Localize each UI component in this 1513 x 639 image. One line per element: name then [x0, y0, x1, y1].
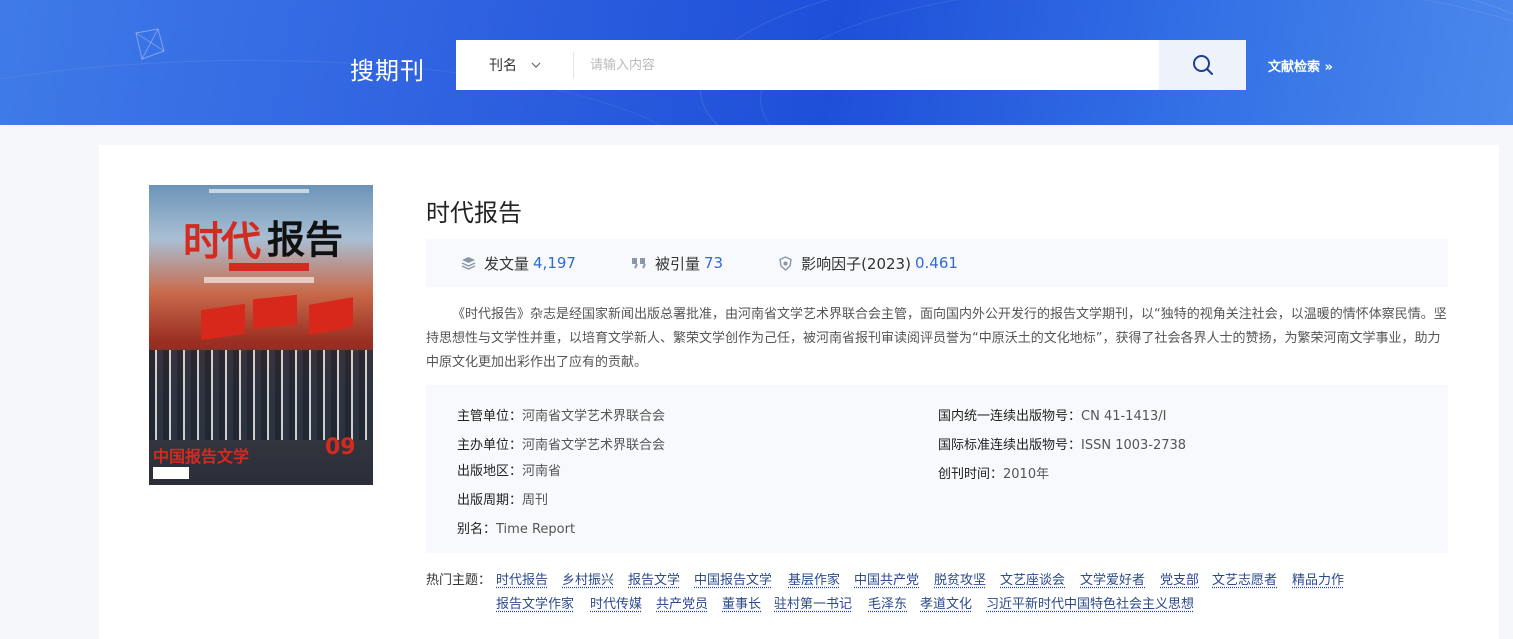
cover-subtitle-line [204, 277, 314, 283]
cover-barcode [153, 467, 189, 479]
journal-cover: 时代 报告 中国报告文学 09 [149, 185, 373, 485]
info-value: CN 41-1413/I [1081, 409, 1166, 424]
topic-link[interactable]: 中国报告文学 [694, 569, 772, 588]
topic-link[interactable]: 报告文学作家 [496, 593, 574, 612]
topic-link[interactable]: 董事长 [722, 593, 761, 612]
info-alias: 别名：Time Report [457, 518, 575, 537]
journal-description: 《时代报告》杂志是经国家新闻出版总署批准，由河南省文学艺术界联合会主管，面向国内… [426, 303, 1451, 375]
cover-issue-number: 09 [325, 435, 356, 460]
topic-link[interactable]: 中国共产党 [854, 569, 919, 588]
info-value: 河南省文学艺术界联合会 [522, 409, 665, 424]
stat-value: 4,197 [533, 254, 576, 272]
topic-link[interactable]: 乡村振兴 [562, 569, 614, 588]
layers-icon [461, 256, 476, 270]
journal-stats: 发文量 4,197 被引量 73 影响因子(2023) 0.461 [426, 239, 1448, 287]
quote-icon [631, 257, 647, 269]
page-title: 搜期刊 [350, 51, 425, 86]
info-label: 出版地区： [457, 464, 522, 479]
stat-citations: 被引量 73 [631, 253, 723, 274]
info-label: 创刊时间： [938, 467, 1003, 482]
info-region: 出版地区：河南省 [457, 460, 561, 479]
topic-link[interactable]: 共产党员 [656, 593, 708, 612]
flag-shape [253, 295, 297, 330]
topic-link[interactable]: 习近平新时代中国特色社会主义思想 [986, 593, 1194, 612]
topic-link[interactable]: 文艺志愿者 [1212, 569, 1277, 588]
journal-info: 主管单位：河南省文学艺术界联合会 主办单位：河南省文学艺术界联合会 出版地区：河… [426, 385, 1448, 553]
hot-topics-label: 热门主题： [426, 569, 491, 588]
topic-link[interactable]: 党支部 [1160, 569, 1199, 588]
info-label: 别名： [457, 522, 496, 537]
topic-link[interactable]: 时代报告 [496, 569, 548, 588]
info-label: 主管单位： [457, 409, 522, 424]
info-label: 国内统一连续出版物号： [938, 409, 1081, 424]
info-issn: 国际标准连续出版物号：ISSN 1003-2738 [938, 434, 1186, 453]
info-value: 河南省文学艺术界联合会 [522, 438, 665, 453]
search-bar: 刊名 [456, 40, 1246, 90]
cover-title-red: 时代 [183, 209, 259, 267]
info-value: 河南省 [522, 464, 561, 479]
topic-link[interactable]: 毛泽东 [868, 593, 907, 612]
info-label: 国际标准连续出版物号： [938, 438, 1081, 453]
stat-label: 被引量 [655, 253, 700, 274]
cover-header-strip [209, 189, 309, 193]
info-value: Time Report [496, 522, 575, 537]
topic-link[interactable]: 精品力作 [1292, 569, 1344, 588]
info-frequency: 出版周期：周刊 [457, 489, 548, 508]
stat-label: 发文量 [484, 253, 529, 274]
search-type-select[interactable]: 刊名 [456, 40, 574, 90]
info-cn: 国内统一连续出版物号：CN 41-1413/I [938, 405, 1166, 424]
polyhedron-icon [128, 25, 168, 65]
search-input[interactable] [576, 40, 1156, 90]
info-supervisor: 主管单位：河南省文学艺术界联合会 [457, 405, 665, 424]
advanced-search-link[interactable]: 文献检索 » [1268, 56, 1333, 75]
cover-title-black: 报告 [267, 209, 343, 264]
info-value: 2010年 [1003, 467, 1049, 482]
header-banner: 搜期刊 刊名 文献检索 » [0, 0, 1513, 125]
cover-troops-image [149, 350, 373, 440]
cover-bottom-text: 中国报告文学 [153, 443, 249, 467]
cover-subtitle-bar [229, 263, 309, 271]
flag-shape [309, 297, 353, 335]
search-button[interactable] [1159, 40, 1246, 90]
search-icon [1192, 54, 1214, 76]
info-value: 周刊 [522, 493, 548, 508]
chevron-down-icon [531, 62, 541, 68]
divider [573, 52, 574, 78]
info-label: 出版周期： [457, 493, 522, 508]
stat-value: 0.461 [915, 254, 958, 272]
stat-label: 影响因子(2023) [801, 253, 911, 274]
info-label: 主办单位： [457, 438, 522, 453]
flag-shape [201, 304, 245, 340]
shield-icon [778, 256, 793, 271]
topic-link[interactable]: 孝道文化 [920, 593, 972, 612]
topic-link[interactable]: 基层作家 [788, 569, 840, 588]
topic-link[interactable]: 脱贫攻坚 [934, 569, 986, 588]
info-sponsor: 主办单位：河南省文学艺术界联合会 [457, 434, 665, 453]
topic-link[interactable]: 驻村第一书记 [774, 593, 852, 612]
journal-title: 时代报告 [426, 193, 522, 228]
topic-link[interactable]: 报告文学 [628, 569, 680, 588]
info-value: ISSN 1003-2738 [1081, 438, 1186, 453]
topic-link[interactable]: 文艺座谈会 [1000, 569, 1065, 588]
topic-link[interactable]: 文学爱好者 [1080, 569, 1145, 588]
stat-impact-factor: 影响因子(2023) 0.461 [778, 253, 958, 274]
search-type-label: 刊名 [489, 55, 517, 75]
info-founded: 创刊时间：2010年 [938, 463, 1049, 482]
topic-link[interactable]: 时代传媒 [590, 593, 642, 612]
stat-value: 73 [704, 254, 723, 272]
stat-articles: 发文量 4,197 [461, 253, 576, 274]
